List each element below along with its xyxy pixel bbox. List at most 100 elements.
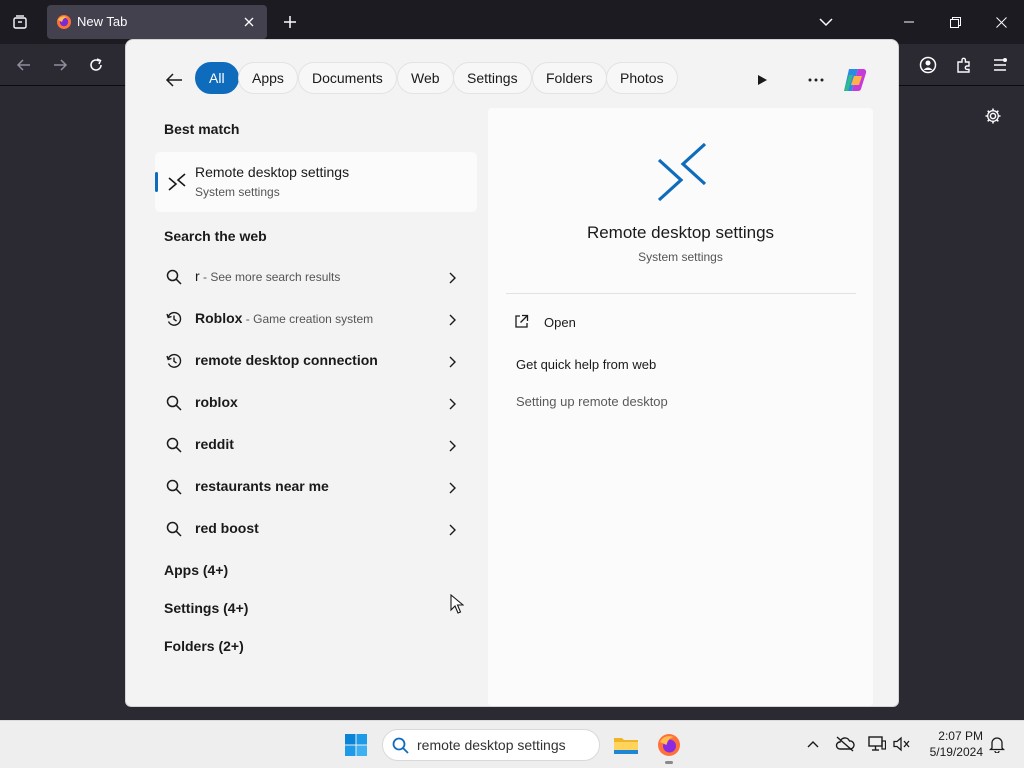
gear-icon[interactable] — [981, 104, 1005, 128]
running-indicator — [665, 761, 673, 764]
extensions-icon[interactable] — [951, 52, 977, 78]
tab-close-icon[interactable] — [239, 12, 259, 32]
preview-subtitle: System settings — [638, 250, 723, 264]
clock-time: 2:07 PM — [938, 729, 983, 743]
cloud-offline-icon[interactable] — [834, 733, 856, 755]
search-web-heading: Search the web — [164, 228, 267, 244]
search-icon — [166, 479, 182, 495]
account-icon[interactable] — [915, 52, 941, 78]
back-arrow-icon[interactable] — [162, 68, 186, 92]
best-match-heading: Best match — [164, 121, 240, 137]
tab-title: New Tab — [77, 14, 128, 29]
reload-icon[interactable] — [83, 52, 109, 78]
filter-folders[interactable]: Folders — [532, 62, 607, 94]
notification-bell-icon[interactable] — [986, 733, 1008, 755]
taskbar: 2:07 PM 5/19/2024 — [0, 720, 1024, 768]
firefox-icon — [56, 14, 72, 35]
filter-web[interactable]: Web — [397, 62, 454, 94]
best-match-type: System settings — [195, 185, 280, 199]
search-icon — [392, 737, 409, 759]
web-result-description: - See more search results — [199, 270, 341, 284]
history-icon — [166, 311, 182, 327]
category-apps[interactable]: Apps (4+) — [164, 562, 228, 578]
file-explorer-icon[interactable] — [610, 729, 642, 761]
category-folders[interactable]: Folders (2+) — [164, 638, 244, 654]
chevron-right-icon — [449, 271, 456, 289]
chevron-right-icon — [449, 313, 456, 331]
web-result-text: remote desktop connection — [195, 352, 378, 368]
menu-icon[interactable] — [987, 52, 1013, 78]
web-result-row[interactable]: roblox — [161, 386, 466, 420]
volume-muted-icon[interactable] — [891, 733, 913, 755]
best-match-result[interactable]: Remote desktop settings System settings — [155, 152, 477, 212]
web-result-text: roblox — [195, 394, 238, 410]
filter-documents[interactable]: Documents — [298, 62, 397, 94]
help-link-remote-desktop[interactable]: Setting up remote desktop — [516, 394, 668, 409]
network-icon[interactable] — [866, 733, 888, 755]
web-result-row[interactable]: remote desktop connection — [161, 344, 466, 378]
search-icon — [166, 269, 182, 285]
filter-apps[interactable]: Apps — [238, 62, 298, 94]
open-label: Open — [544, 315, 576, 330]
quick-help-heading: Get quick help from web — [516, 357, 657, 372]
filter-photos[interactable]: Photos — [606, 62, 678, 94]
mouse-cursor-icon — [450, 593, 465, 619]
filter-settings[interactable]: Settings — [453, 62, 532, 94]
tab-list-icon[interactable] — [8, 10, 32, 34]
web-result-text: Roblox - Game creation system — [195, 310, 373, 326]
firefox-taskbar-icon[interactable] — [653, 729, 685, 764]
forward-arrow-icon[interactable] — [47, 52, 73, 78]
close-window-icon[interactable] — [986, 8, 1016, 36]
web-result-text: r - See more search results — [195, 268, 340, 284]
web-result-query: red boost — [195, 520, 259, 536]
more-options-icon[interactable] — [804, 68, 828, 92]
minimize-icon[interactable] — [894, 8, 924, 36]
back-arrow-icon[interactable] — [11, 52, 37, 78]
web-result-row[interactable]: Roblox - Game creation system — [161, 302, 466, 336]
chevron-right-icon — [449, 523, 456, 541]
browser-tab-bar: New Tab — [0, 0, 1024, 44]
chevron-right-icon — [449, 481, 456, 499]
web-result-description: - Game creation system — [242, 312, 374, 326]
copilot-icon[interactable] — [838, 63, 872, 97]
remote-desktop-icon — [167, 172, 187, 199]
chevron-right-icon — [449, 397, 456, 415]
web-result-text: reddit — [195, 436, 234, 452]
best-match-name: Remote desktop settings — [195, 164, 350, 180]
chevron-right-icon — [449, 355, 456, 373]
taskbar-clock[interactable]: 2:07 PM 5/19/2024 — [919, 728, 983, 760]
filter-all[interactable]: All — [195, 62, 239, 94]
restore-icon[interactable] — [940, 8, 970, 36]
taskbar-search-input[interactable] — [417, 735, 593, 755]
open-external-icon — [514, 314, 529, 334]
web-result-query: reddit — [195, 436, 234, 452]
taskbar-search-box[interactable] — [382, 729, 600, 761]
history-icon — [166, 353, 182, 369]
web-result-query: remote desktop connection — [195, 352, 378, 368]
web-result-query: Roblox — [195, 310, 243, 326]
chevron-down-icon[interactable] — [814, 10, 838, 34]
new-tab-icon[interactable] — [278, 10, 302, 34]
preview-title: Remote desktop settings — [586, 223, 775, 242]
remote-desktop-icon — [653, 138, 709, 213]
chevron-right-icon — [449, 439, 456, 457]
clock-date: 5/19/2024 — [929, 745, 983, 759]
divider — [506, 293, 856, 294]
web-result-row[interactable]: reddit — [161, 428, 466, 462]
play-icon[interactable] — [750, 68, 774, 92]
web-result-row[interactable]: red boost — [161, 512, 466, 546]
web-result-query: roblox — [195, 394, 238, 410]
web-result-text: restaurants near me — [195, 478, 329, 494]
search-icon — [166, 395, 182, 411]
web-result-row[interactable]: r - See more search results — [161, 260, 466, 294]
web-result-query: restaurants near me — [195, 478, 329, 494]
web-result-row[interactable]: restaurants near me — [161, 470, 466, 504]
browser-tab[interactable]: New Tab — [47, 5, 267, 39]
windows-start-icon[interactable] — [342, 731, 370, 759]
search-flyout: All Apps Documents Web Settings Folders … — [125, 39, 899, 707]
category-settings[interactable]: Settings (4+) — [164, 600, 248, 616]
web-result-text: red boost — [195, 520, 259, 536]
chevron-up-icon[interactable] — [802, 733, 824, 755]
selection-indicator — [155, 172, 158, 192]
preview-pane: Remote desktop settings System settings … — [488, 108, 873, 706]
